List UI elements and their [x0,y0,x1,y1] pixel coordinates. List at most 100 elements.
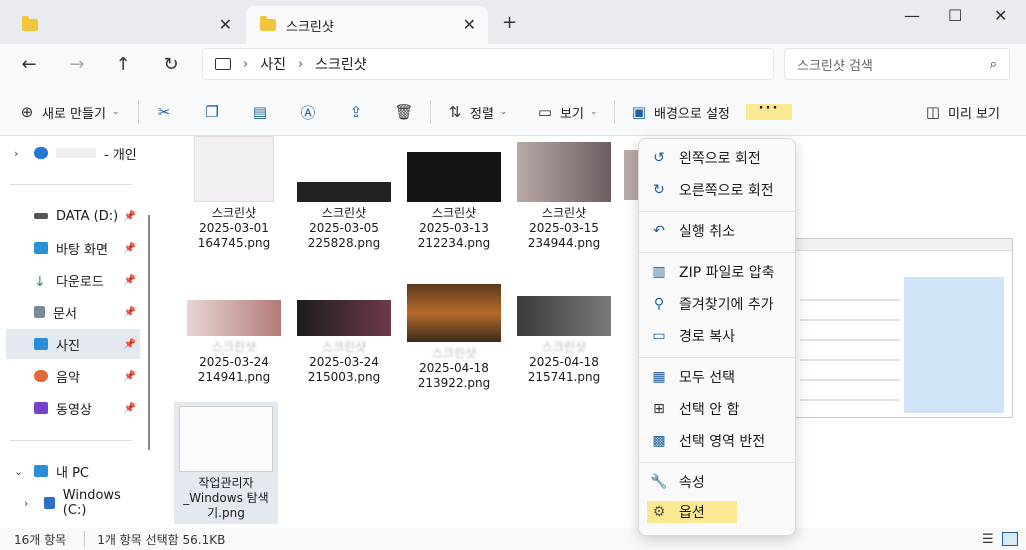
sidebar-item-windows-drive[interactable]: › Windows (C:) [6,488,140,518]
menu-item-invert-selection[interactable]: ▩ 선택 영역 반전 [647,427,787,455]
select-none-icon: ⊞ [653,401,665,417]
navigation-pane: › - 개인 DATA (D:) 📌 바탕 화면 📌 ↓ 다운로드 📌 문서 📌… [0,136,150,528]
tab-previous[interactable]: ✕ [8,6,244,44]
copy-button[interactable]: ❐ [203,98,221,126]
file-name: 스크린샷 [321,206,367,220]
details-view-icon[interactable]: ☰ [982,532,994,547]
new-tab-button[interactable]: + [502,12,517,33]
wrench-icon: 🔧 [650,474,668,490]
sidebar-item-pictures[interactable]: 사진 📌 [6,329,140,359]
thumbnail [187,300,281,336]
pin-icon: 📌 [123,370,136,382]
sidebar-item-label: 바탕 화면 [56,242,108,258]
copy-path-icon: ▭ [652,328,666,344]
search-input[interactable]: 스크린샷 검색 ⌕ [784,48,1010,80]
address-bar[interactable]: › 사진 › 스크린샷 [202,48,774,80]
menu-item-undo[interactable]: ↶ 실행 취소 [647,217,787,245]
rename-button[interactable]: Ⓐ [299,98,317,126]
file-item-selected[interactable]: 작업관리자 _Windows 탐색 기.png [174,402,278,524]
breadcrumb-photos[interactable]: 사진 [260,54,286,74]
folder-icon [260,16,276,31]
selection-info: 1개 항목 선택함 56.1KB [84,530,225,548]
file-name: 스크린샷 [211,206,257,220]
new-button[interactable]: ⊕ 새로 만들기 ⌄ [18,98,120,126]
file-name: 234944.png [527,236,601,250]
close-tab-icon[interactable]: ✕ [219,15,232,34]
sidebar-scrollbar[interactable] [148,215,150,450]
tab-screenshots[interactable]: 스크린샷 ✕ [246,6,488,44]
file-item[interactable]: 스크린샷 2025-03-15 234944.png [512,136,616,251]
file-item[interactable]: 스크린샷 2025-04-18 213922.png [402,284,506,391]
maximize-button[interactable]: ☐ [948,6,962,25]
file-item[interactable]: 스크린샷 2025-03-01 164745.png [182,136,286,251]
menu-item-label: 속성 [679,475,705,491]
tab-label: 스크린샷 [286,19,334,35]
file-item[interactable]: 스크린샷 2025-03-24 214941.png [182,296,286,385]
file-item[interactable]: 스크린샷 2025-03-13 212234.png [402,136,506,251]
menu-item-select-all[interactable]: ▦ 모두 선택 [647,363,787,391]
sidebar-item-desktop[interactable]: 바탕 화면 📌 [6,233,140,263]
file-item[interactable]: 스크린샷 2025-03-24 215003.png [292,296,396,385]
more-options-button[interactable]: ··· [746,102,792,120]
menu-item-label: 모두 선택 [679,370,735,386]
desktop-icon [34,242,48,254]
breadcrumb-screenshots[interactable]: 스크린샷 [315,54,367,74]
sidebar-item-videos[interactable]: 동영상 📌 [6,393,140,423]
computer-icon [34,465,48,477]
close-window-button[interactable]: ✕ [994,6,1007,25]
file-name: 2025-03-24 [199,355,269,369]
menu-item-compress-zip[interactable]: ▥ ZIP 파일로 압축 [647,258,787,286]
sidebar-item-documents[interactable]: 문서 📌 [6,297,140,327]
share-button[interactable]: ⇪ [347,98,365,126]
file-name: 213922.png [417,376,491,390]
cut-button[interactable]: ✂ [155,98,173,126]
sidebar-item-label: 다운로드 [56,274,104,290]
plus-circle-icon: ⊕ [20,103,34,121]
chevron-down-icon: ⌄ [14,464,24,478]
menu-item-options[interactable]: ⚙ 옵션 [647,501,737,523]
preview-label: 미리 보기 [948,106,1000,122]
up-button[interactable]: ↑ [108,52,138,78]
sidebar-item-data-drive[interactable]: DATA (D:) 📌 [6,201,140,231]
sort-label: 정렬 [470,106,494,122]
menu-item-copy-path[interactable]: ▭ 경로 복사 [647,322,787,350]
chevron-down-icon: ⌄ [111,107,120,117]
video-icon [34,402,48,414]
sidebar-item-music[interactable]: 음악 📌 [6,361,140,391]
preview-pane-button[interactable]: ◫ 미리 보기 [924,98,1000,126]
computer-icon [215,58,231,70]
divider [430,100,431,124]
sort-button[interactable]: ⇅ 정렬 ⌄ [446,98,508,126]
menu-item-rotate-left[interactable]: ↺ 왼쪽으로 회전 [647,144,787,172]
forward-button[interactable]: → [62,52,92,78]
menu-item-rotate-right[interactable]: ↻ 오른쪽으로 회전 [647,176,787,204]
set-background-button[interactable]: ▣ 배경으로 설정 [630,98,730,126]
sidebar-item-this-pc[interactable]: ⌄ 내 PC [6,456,140,486]
sidebar-item-downloads[interactable]: ↓ 다운로드 📌 [6,265,140,295]
pin-icon: 📌 [123,402,136,414]
pin-icon: 📌 [123,306,136,318]
file-name: 스크린샷 [211,340,257,354]
menu-item-label: 선택 영역 반전 [679,434,766,450]
back-button[interactable]: ← [14,52,44,78]
menu-item-select-none[interactable]: ⊞ 선택 안 함 [647,395,787,423]
file-item[interactable]: 스크린샷 2025-03-05 225828.png [292,136,396,251]
paste-button[interactable]: ▤ [251,98,269,126]
menu-item-properties[interactable]: 🔧 속성 [647,468,787,496]
onedrive-label: - 개인 [104,147,137,163]
close-tab-icon[interactable]: ✕ [463,15,476,34]
tiles-view-icon[interactable] [1002,532,1018,546]
refresh-button[interactable]: ↻ [156,52,186,78]
file-name: 스크린샷 [541,206,587,220]
delete-button[interactable]: 🗑 [394,98,413,126]
view-button[interactable]: ▭ 보기 ⌄ [536,98,598,126]
menu-item-add-favorites[interactable]: ⚲ 즐겨찾기에 추가 [647,290,787,318]
chevron-right-icon: › [14,146,19,160]
file-name: 스크린샷 [321,340,367,354]
sidebar-item-label: 음악 [56,370,80,386]
file-item[interactable]: 스크린샷 2025-04-18 215741.png [512,296,616,385]
sidebar-item-onedrive[interactable]: › - 개인 [6,138,140,168]
file-name: 215741.png [527,370,601,384]
menu-item-label: 즐겨찾기에 추가 [679,297,774,313]
minimize-button[interactable]: — [904,6,920,25]
